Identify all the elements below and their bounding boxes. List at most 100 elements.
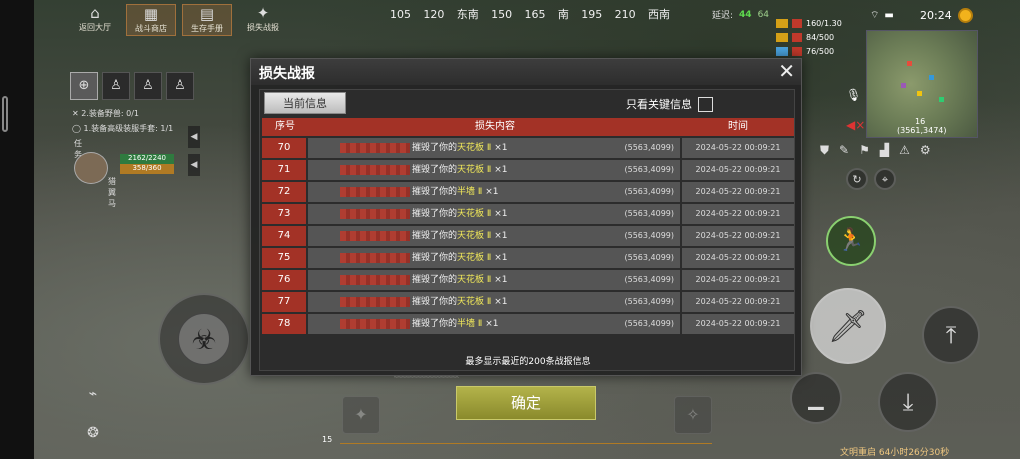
loss-description: 摧毁了你的半墙 Ⅱ ×1 xyxy=(412,182,498,202)
collapse-arrow-icon[interactable]: ◀ xyxy=(188,126,200,148)
row-index: 77 xyxy=(262,292,308,312)
side-handle[interactable] xyxy=(2,96,8,132)
loss-report-dialog: 损失战报 ✕ 当前信息 只看关键信息 序号 损失内容 时间 70 摧毁了你的天花板… xyxy=(250,58,802,376)
attacker-name-redacted xyxy=(340,297,410,307)
feather-icon[interactable]: ✎ xyxy=(839,143,849,158)
shield-icon[interactable]: ⛊ xyxy=(820,143,829,158)
row-time: 2024-05-22 00:09:21 xyxy=(682,182,794,202)
collapse-arrow-icon[interactable]: ◀ xyxy=(188,154,200,176)
action-icon[interactable]: ↻ xyxy=(846,168,868,190)
lost-qty: ×1 xyxy=(485,319,499,329)
other-value: 64 xyxy=(757,9,770,20)
lost-qty: ×1 xyxy=(494,231,508,241)
row-time: 2024-05-22 00:09:21 xyxy=(682,204,794,224)
loss-prefix: 摧毁了你的 xyxy=(412,231,458,241)
menu-back-to-lobby[interactable]: ⌂ 返回大厅 xyxy=(70,4,120,36)
key-filter-label: 只看关键信息 xyxy=(626,98,692,111)
quest-text: 1.装备高级装服手套: 1/1 xyxy=(83,124,174,133)
confirm-button[interactable]: 确定 xyxy=(456,386,596,420)
jump-button[interactable]: ⤒ xyxy=(922,306,980,364)
lost-qty: ×1 xyxy=(485,187,499,197)
key-info-filter: 只看关键信息 xyxy=(626,96,713,112)
player-name: 猎翼马 xyxy=(108,177,116,208)
row-index: 72 xyxy=(262,182,308,202)
shop-icon: ▦ xyxy=(143,5,159,23)
compass-mark: 165 xyxy=(524,7,546,21)
settings-gear-icon[interactable]: ⚙ xyxy=(920,143,931,158)
compass-mark: 150 xyxy=(491,7,513,21)
battery-icon: ▬ xyxy=(884,10,899,21)
loss-description: 摧毁了你的天花板 Ⅱ ×1 xyxy=(412,138,507,158)
attacker-name-redacted xyxy=(340,187,410,197)
row-content: 摧毁了你的天花板 Ⅱ ×1 (5563,4099) xyxy=(308,270,682,290)
resource-row: 84/500 xyxy=(776,30,842,44)
loss-table: 序号 损失内容 时间 70 摧毁了你的天花板 Ⅱ ×1 (5563,4099) 202… xyxy=(262,118,794,334)
health-icon xyxy=(776,18,788,28)
row-index: 75 xyxy=(262,248,308,268)
map-marker xyxy=(929,75,934,80)
whistle-icon[interactable]: ⌁ xyxy=(78,383,108,407)
resource-value: 84/500 xyxy=(806,32,835,42)
coin-icon[interactable] xyxy=(957,8,973,23)
menu-loss-report[interactable]: ✦ 损失战报 xyxy=(238,4,288,36)
tab-current-info[interactable]: 当前信息 xyxy=(264,92,346,114)
attacker-name-redacted xyxy=(340,253,410,263)
speaker-muted-icon[interactable]: ◀× xyxy=(846,118,865,132)
minimap[interactable]: 16 (3561,3474) xyxy=(866,30,978,138)
hp-bar: 2162/2240 xyxy=(120,154,174,164)
microphone-icon[interactable]: 🎙 xyxy=(846,88,861,102)
quest-item[interactable]: ✕ 2.装备野兽: 0/1 xyxy=(72,106,173,121)
map-scroll-icon[interactable]: ❂ xyxy=(78,421,108,447)
warning-icon[interactable]: ⚠ xyxy=(899,143,910,158)
biohazard-icon[interactable]: ☣ xyxy=(178,313,230,365)
table-row: 72 摧毁了你的半墙 Ⅱ ×1 (5563,4099) 2024-05-22 00:0… xyxy=(262,182,794,202)
attacker-name-redacted xyxy=(340,319,410,329)
quest-tab-2[interactable]: ♙ xyxy=(102,72,130,100)
loss-prefix: 摧毁了你的 xyxy=(412,143,458,153)
menu-battle-shop[interactable]: ▦ 战斗商店 xyxy=(126,4,176,36)
melee-attack-button[interactable]: 🗡 xyxy=(810,288,886,364)
row-content: 摧毁了你的天花板 Ⅱ ×1 (5563,4099) xyxy=(308,226,682,246)
lost-qty: ×1 xyxy=(494,143,508,153)
quest-item[interactable]: ◯ 1.装备高级装服手套: 1/1 xyxy=(72,121,173,136)
crouch-button[interactable]: ⤓ xyxy=(878,372,938,432)
resource-swatch xyxy=(792,46,802,56)
avatar[interactable] xyxy=(74,152,108,184)
quest-tabs: ⊕ ♙ ♙ ♙ xyxy=(70,72,194,100)
resource-swatch xyxy=(792,32,802,42)
loss-description: 摧毁了你的天花板 Ⅱ ×1 xyxy=(412,204,507,224)
quest-list: ✕ 2.装备野兽: 0/1 ◯ 1.装备高级装服手套: 1/1 xyxy=(72,106,173,136)
lost-qty: ×1 xyxy=(494,275,508,285)
quest-tab-1[interactable]: ⊕ xyxy=(70,72,98,100)
table-header: 序号 损失内容 时间 xyxy=(262,118,794,136)
quest-tab-3[interactable]: ♙ xyxy=(134,72,162,100)
minimap-level: 16 xyxy=(915,117,926,126)
close-icon[interactable]: ✕ xyxy=(778,60,795,82)
flag-icon[interactable]: ⚑ xyxy=(859,143,870,158)
sprint-button[interactable]: 🏃 xyxy=(826,216,876,266)
compass-mark: 120 xyxy=(423,7,445,21)
key-filter-checkbox[interactable] xyxy=(698,96,713,112)
resource-row: 76/500 xyxy=(776,44,842,58)
lost-item: 天花板 Ⅱ xyxy=(457,275,492,285)
lost-item: 天花板 Ⅱ xyxy=(457,143,492,153)
wifi-icon: ⌔ xyxy=(870,10,885,21)
building-icon[interactable]: ▟ xyxy=(880,143,889,158)
table-row: 71 摧毁了你的天花板 Ⅱ ×1 (5563,4099) 2024-05-22 00:… xyxy=(262,160,794,180)
compass-strip: 105 120 东南 150 165 南 195 210 西南 xyxy=(390,2,670,26)
lost-item: 天花板 Ⅱ xyxy=(457,297,492,307)
table-row: 76 摧毁了你的天花板 Ⅱ ×1 (5563,4099) 2024-05-22 00:… xyxy=(262,270,794,290)
row-time: 2024-05-22 00:09:21 xyxy=(682,160,794,180)
loss-coords: (5563,4099) xyxy=(624,143,674,152)
col-content: 损失内容 xyxy=(475,121,515,132)
clock: 20:24 xyxy=(920,8,973,23)
progress-line xyxy=(340,443,712,444)
water-icon xyxy=(776,46,788,56)
location-icon[interactable]: ⌖ xyxy=(874,168,896,190)
row-index: 76 xyxy=(262,270,308,290)
quest-tab-4[interactable]: ♙ xyxy=(166,72,194,100)
menu-survival-guide[interactable]: ▤ 生存手册 xyxy=(182,4,232,36)
player-add-icon: ♙ xyxy=(110,78,122,93)
prone-button[interactable]: ▁ xyxy=(790,372,842,424)
table-row: 77 摧毁了你的天花板 Ⅱ ×1 (5563,4099) 2024-05-22 00:… xyxy=(262,292,794,312)
